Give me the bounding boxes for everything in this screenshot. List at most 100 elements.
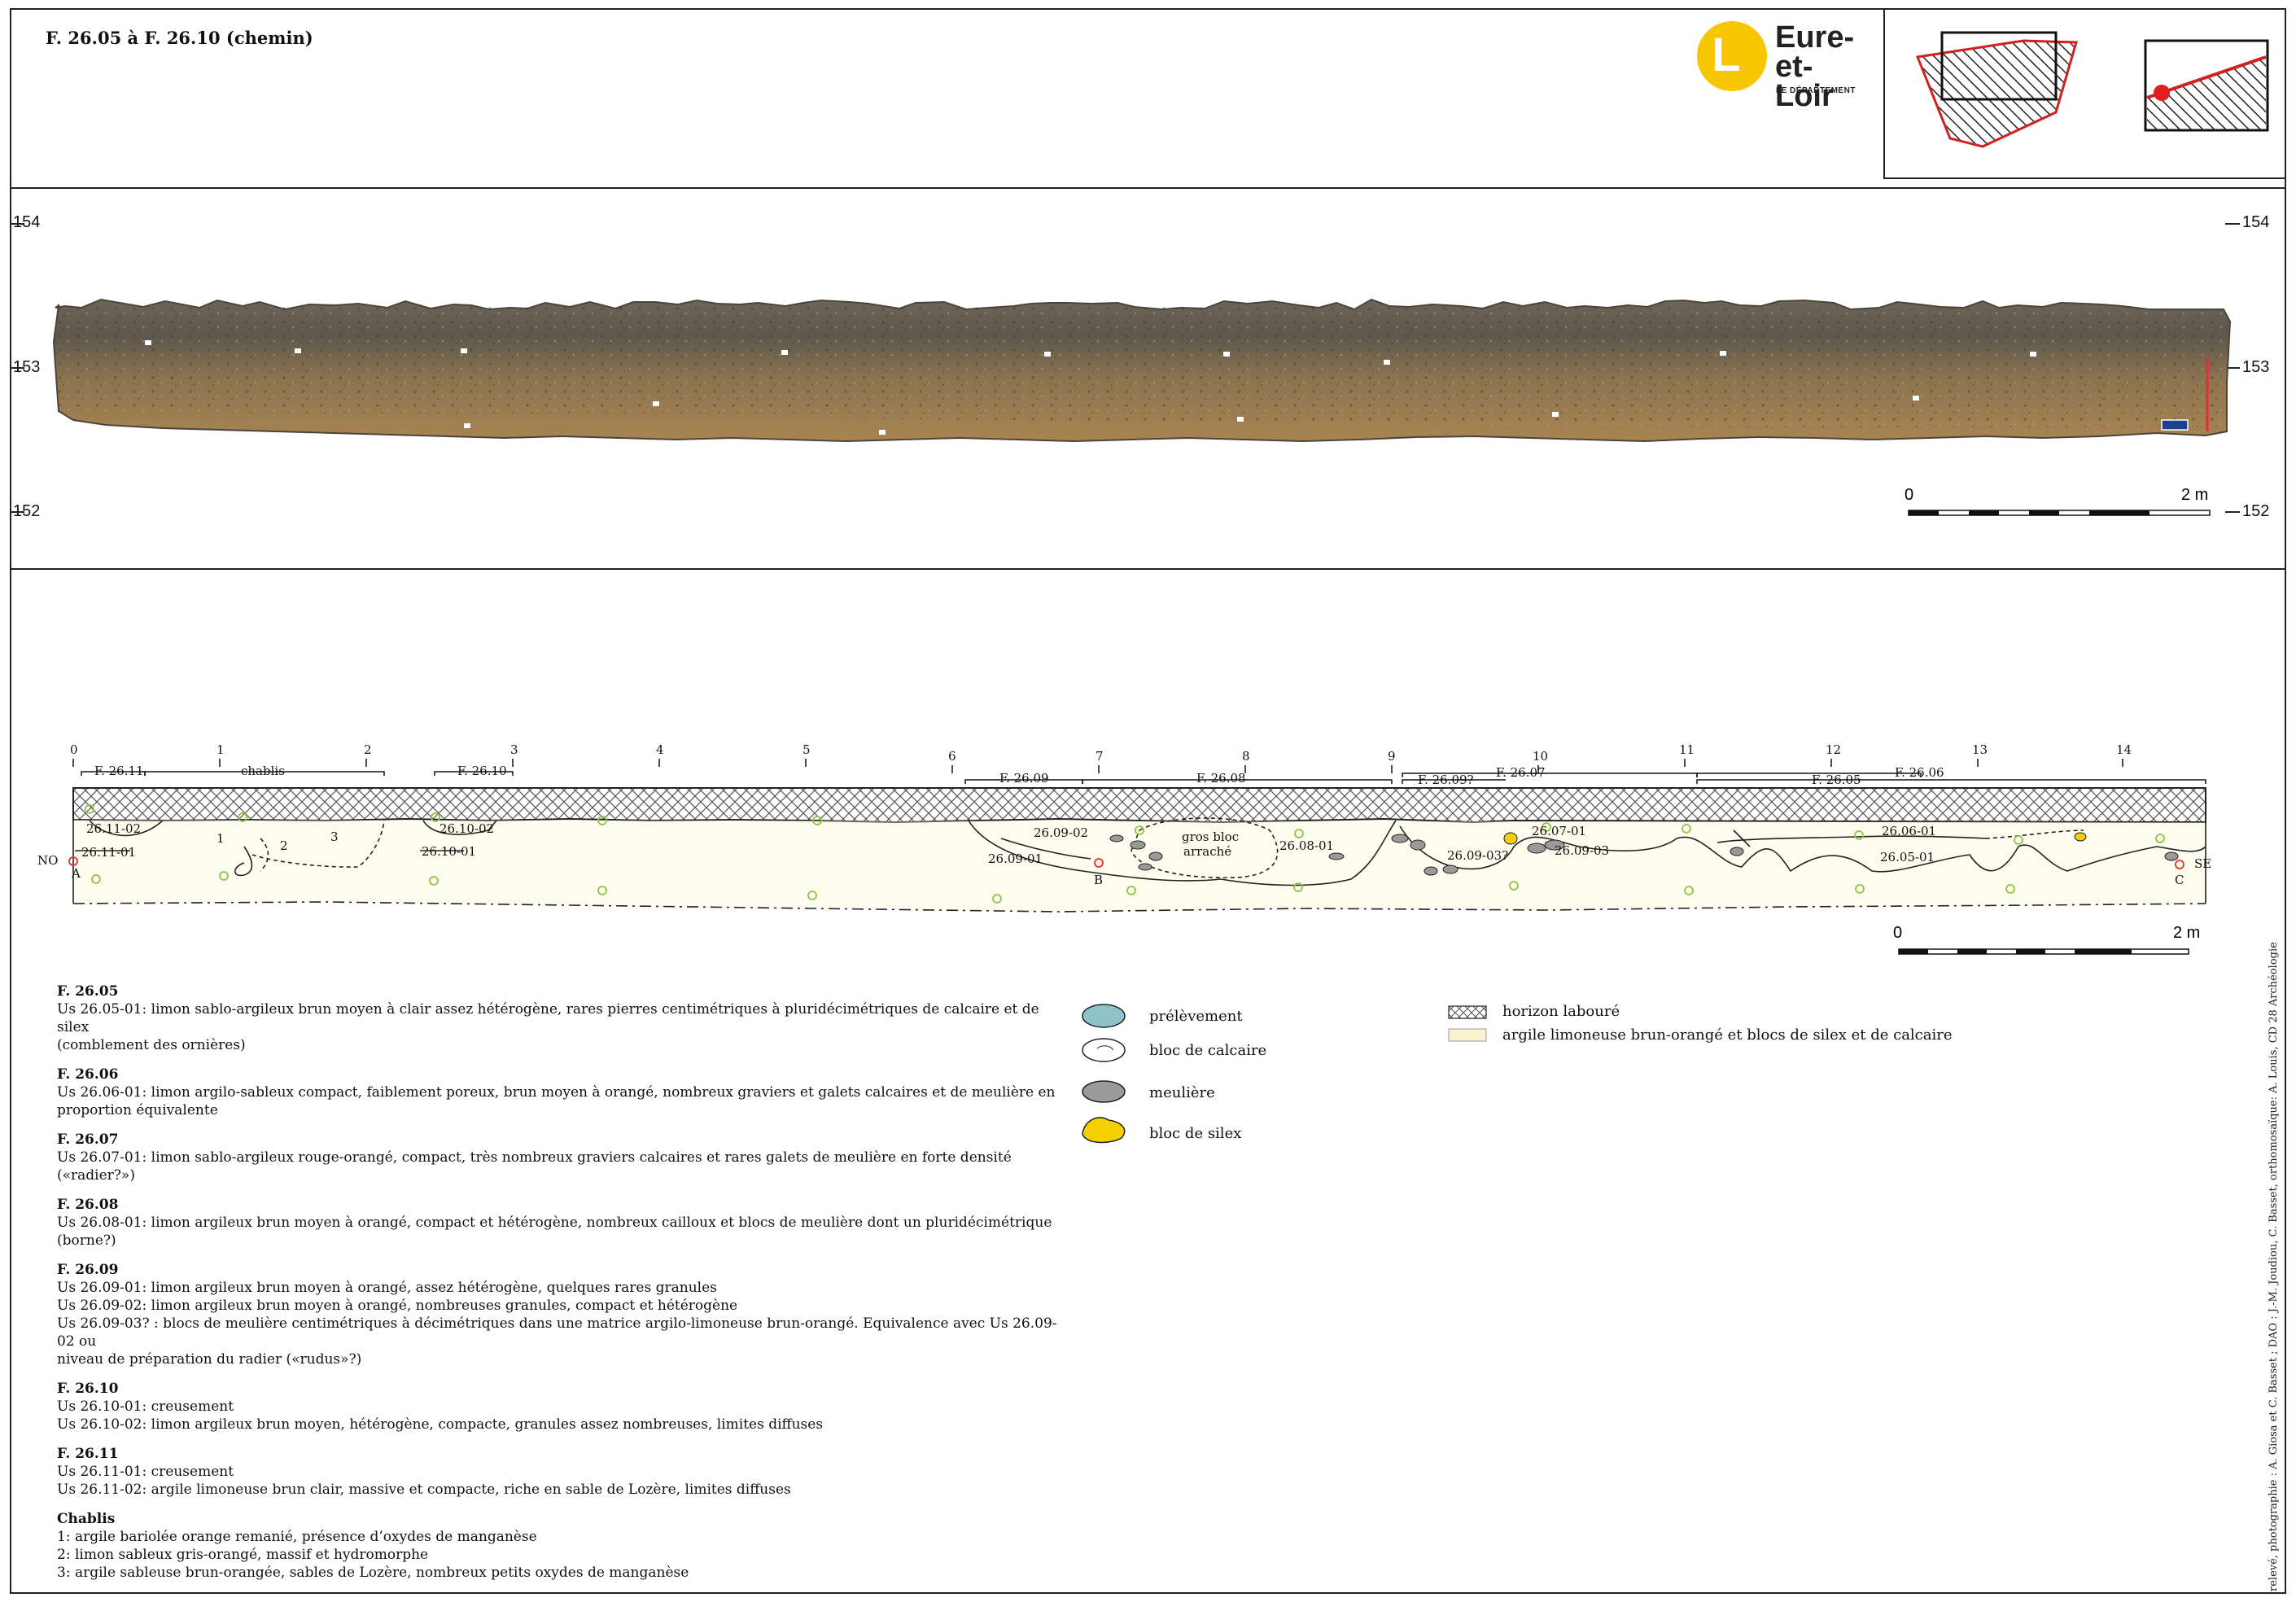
- desc-line: Us 26.07-01: limon sablo-argileux rouge-…: [57, 1149, 1012, 1184]
- desc-f-26-05: F. 26.05 Us 26.05-01: limon sablo-argile…: [57, 983, 1066, 1054]
- desc-head: F. 26.05: [57, 983, 119, 1000]
- meter-4: 4: [656, 742, 664, 757]
- desc-line: Us 26.10-02: limon argileux brun moyen, …: [57, 1416, 824, 1433]
- desc-line: 2: limon sableux gris-orangé, massif et …: [57, 1547, 429, 1563]
- meter-3: 3: [510, 742, 518, 757]
- unit-26-08-01: 26.08-01: [1279, 838, 1334, 853]
- silex-icon: [1082, 1117, 1126, 1144]
- desc-line: Us 26.06-01: limon argilo-sableux compac…: [57, 1084, 1056, 1101]
- desc-line: Us 26.05-01: limon sablo-argileux brun m…: [57, 1001, 1039, 1035]
- desc-f-26-08: F. 26.08 Us 26.08-01: limon argileux bru…: [57, 1196, 1066, 1250]
- key-horizon-symbols: [1448, 1005, 1487, 1042]
- desc-head: F. 26.06: [57, 1066, 119, 1083]
- desc-f-26-06: F. 26.06 Us 26.06-01: limon argilo-sable…: [57, 1066, 1066, 1119]
- meter-12: 12: [1826, 742, 1841, 757]
- key-silex: bloc de silex: [1149, 1125, 1242, 1142]
- key-meuliere: meulière: [1149, 1084, 1215, 1101]
- desc-line: 3: argile sableuse brun-orangée, sables …: [57, 1565, 689, 1581]
- unit-chablis-1: 1: [216, 831, 225, 846]
- unit-chablis-2: 2: [280, 838, 288, 853]
- desc-line: 1: argile bariolée orange remanié, prése…: [57, 1529, 537, 1545]
- desc-head: F. 26.11: [57, 1446, 119, 1462]
- desc-head: F. 26.10: [57, 1381, 119, 1397]
- unit-26-10-02: 26.10-02: [440, 821, 494, 836]
- unit-26-09-02: 26.09-02: [1034, 825, 1088, 840]
- label-f-26-08: F. 26.08: [1196, 771, 1246, 786]
- label-chablis: chablis: [241, 764, 285, 778]
- unit-arrache: arraché: [1183, 844, 1231, 859]
- unit-26-05-01: 26.05-01: [1880, 850, 1935, 864]
- desc-head: Chablis: [57, 1511, 116, 1527]
- key-calcaire: bloc de calcaire: [1149, 1042, 1267, 1059]
- unit-chablis-3: 3: [330, 829, 339, 844]
- unit-26-06-01: 26.06-01: [1882, 824, 1936, 838]
- unit-26-10-01: 26.10-01: [422, 844, 476, 859]
- point-b: B: [1094, 873, 1103, 887]
- label-f-26-05: F. 26.05: [1812, 773, 1861, 787]
- desc-line: (comblement des ornières): [57, 1037, 246, 1053]
- point-a: A: [71, 866, 81, 881]
- argile-icon: [1448, 1028, 1487, 1042]
- desc-line: niveau de préparation du radier («rudus»…: [57, 1351, 362, 1368]
- label-f-26-11: F. 26.11: [94, 764, 144, 778]
- unit-26-07-01: 26.07-01: [1532, 824, 1586, 838]
- prelevement-icon: [1082, 1004, 1126, 1028]
- desc-head: F. 26.08: [57, 1197, 119, 1213]
- unit-26-09-03q: 26.09-03?: [1447, 848, 1508, 863]
- unit-26-11-01: 26.11-01: [81, 845, 136, 860]
- drawing-scale-end: 2 m: [2173, 924, 2200, 942]
- desc-f-26-11: F. 26.11 Us 26.11-01: creusement Us 26.1…: [57, 1445, 1066, 1499]
- label-f-26-06: F. 26.06: [1895, 765, 1944, 780]
- desc-head: F. 26.07: [57, 1131, 119, 1148]
- meter-1: 1: [216, 742, 225, 757]
- desc-line: Us 26.11-02: argile limoneuse brun clair…: [57, 1482, 791, 1498]
- key-argile: argile limoneuse brun-orangé et blocs de…: [1502, 1026, 1953, 1044]
- meter-8: 8: [1242, 749, 1250, 764]
- laboure-icon: [1448, 1005, 1487, 1019]
- label-f-26-07: F. 26.07: [1496, 765, 1546, 780]
- meter-7: 7: [1096, 749, 1104, 764]
- meuliere-icon: [1082, 1080, 1126, 1103]
- credit-line: relevé, photographie : A. Giosa et C. Ba…: [2268, 942, 2280, 1591]
- desc-line: Us 26.11-01: creusement: [57, 1464, 234, 1480]
- key-prelevement: prélèvement: [1149, 1008, 1243, 1025]
- photo-scale-start: 0: [1905, 486, 1913, 504]
- label-f-26-09q: F. 26.09?: [1418, 773, 1474, 787]
- desc-line: Us 26.09-02: limon argileux brun moyen à…: [57, 1298, 738, 1314]
- photo-scale-end: 2 m: [2181, 486, 2208, 504]
- orthophoto-section: 0 2 m: [10, 223, 2240, 516]
- meter-11: 11: [1679, 742, 1695, 757]
- unit-26-09-03: 26.09-03: [1555, 843, 1609, 858]
- meter-6: 6: [948, 749, 956, 764]
- key-symbols: [1082, 1004, 1126, 1144]
- unit-gros-bloc: gros bloc: [1182, 829, 1239, 844]
- descriptions-block: F. 26.05 Us 26.05-01: limon sablo-argile…: [57, 983, 1066, 1582]
- key-laboure: horizon labouré: [1502, 1003, 1620, 1020]
- point-se: SE: [2194, 856, 2211, 871]
- drawing-scale-start: 0: [1893, 924, 1902, 942]
- calcaire-icon: [1082, 1038, 1126, 1062]
- point-c: C: [2175, 873, 2184, 887]
- meter-0: 0: [70, 742, 78, 757]
- desc-f-26-10: F. 26.10 Us 26.10-01: creusement Us 26.1…: [57, 1380, 1066, 1433]
- desc-line: Us 26.09-01: limon argileux brun moyen à…: [57, 1280, 717, 1296]
- point-no: NO: [37, 853, 58, 868]
- desc-line: (borne?): [57, 1232, 116, 1249]
- label-f-26-09: F. 26.09: [999, 771, 1049, 786]
- desc-line: Us 26.10-01: creusement: [57, 1398, 234, 1415]
- desc-line: proportion équivalente: [57, 1102, 218, 1118]
- desc-head: F. 26.09: [57, 1262, 119, 1278]
- desc-line: Us 26.09-03? : blocs de meulière centimé…: [57, 1315, 1057, 1350]
- section-drawing: 0 1 2 3 4 5 6 7 8 9 10 11 12 13 14 F. 26…: [37, 742, 2211, 955]
- unit-26-09-01: 26.09-01: [988, 851, 1043, 866]
- meter-13: 13: [1972, 742, 1988, 757]
- meter-5: 5: [803, 742, 811, 757]
- label-f-26-10: F. 26.10: [457, 764, 507, 778]
- meter-10: 10: [1533, 749, 1548, 764]
- desc-chablis: Chablis 1: argile bariolée orange remani…: [57, 1510, 1066, 1582]
- desc-f-26-07: F. 26.07 Us 26.07-01: limon sablo-argile…: [57, 1131, 1066, 1184]
- desc-line: Us 26.08-01: limon argileux brun moyen à…: [57, 1215, 1052, 1231]
- desc-f-26-09: F. 26.09 Us 26.09-01: limon argileux bru…: [57, 1261, 1066, 1368]
- meter-9: 9: [1388, 749, 1396, 764]
- unit-26-11-02: 26.11-02: [86, 821, 141, 836]
